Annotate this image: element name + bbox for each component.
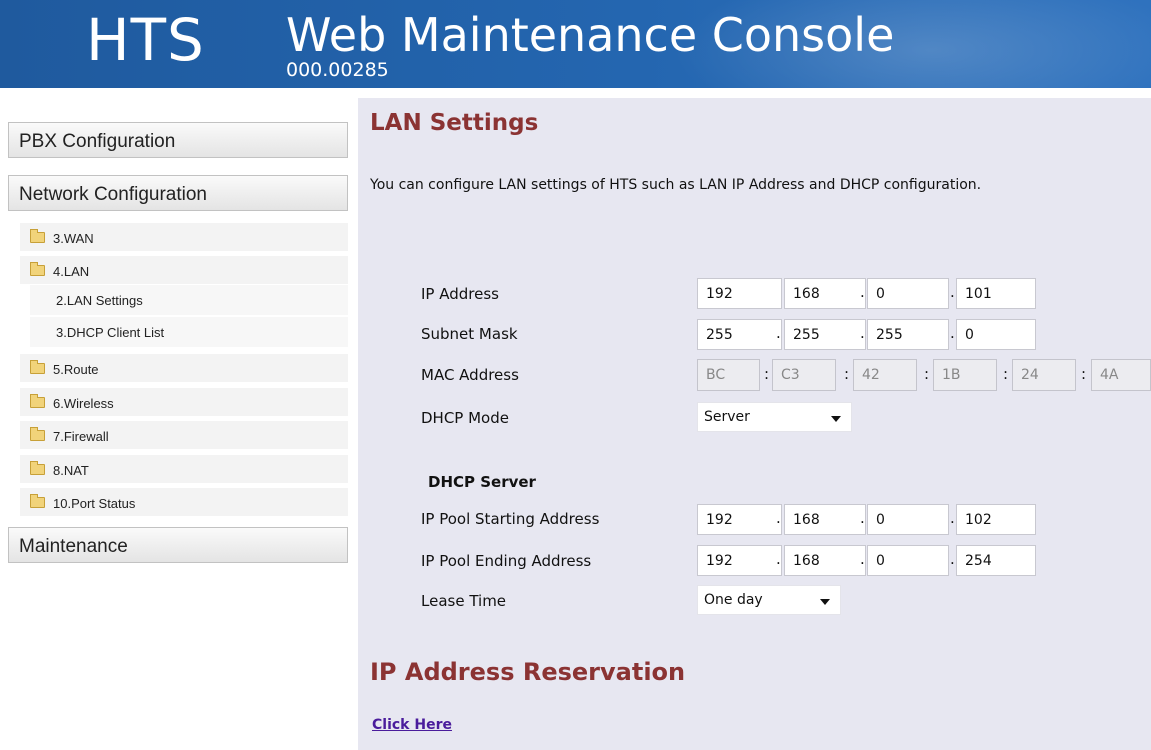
ip-address-octet-3[interactable]: 0 [867,278,949,309]
menu-network-configuration[interactable]: Network Configuration [8,175,348,211]
pool-start-octet-1[interactable]: 192 [697,504,782,535]
subnet-mask-octet-4[interactable]: 0 [956,319,1036,350]
pool-end-octet-2[interactable]: 168 [784,545,866,576]
chevron-down-icon [820,599,830,605]
separator-dot: . [860,509,865,527]
version-number: 000.00285 [286,59,389,81]
folder-icon [30,394,45,408]
sidebar-item-label: 8.NAT [53,463,89,478]
subnet-mask-octet-1[interactable]: 255 [697,319,782,350]
pool-end-octet-4[interactable]: 254 [956,545,1036,576]
pool-start-octet-4[interactable]: 102 [956,504,1036,535]
ip-address-octet-2[interactable]: 168 [784,278,866,309]
click-here-link[interactable]: Click Here [372,717,452,733]
sidebar-item-wan[interactable]: 3.WAN [20,223,348,251]
mac-address-label: MAC Address [421,366,519,384]
reservation-title: IP Address Reservation [370,658,686,686]
dhcp-mode-select[interactable]: Server [697,402,852,432]
sidebar-item-label: 5.Route [53,362,99,377]
sidebar-item-label: 10.Port Status [53,496,136,511]
separator-dot: . [860,324,865,342]
folder-icon [30,229,45,243]
mac-address-byte-6: 4A [1091,359,1151,391]
mac-address-byte-1: BC [697,359,760,391]
menu-pbx-configuration[interactable]: PBX Configuration [8,122,348,158]
sidebar-subitem-dhcp-client-list[interactable]: 3.DHCP Client List [30,317,348,347]
folder-icon [30,494,45,508]
sidebar-item-wireless[interactable]: 6.Wireless [20,388,348,416]
console-title: Web Maintenance Console [286,8,895,62]
separator-dot: . [860,550,865,568]
header-banner: HTS Web Maintenance Console 000.00285 [0,0,1151,88]
sidebar-subitem-lan-settings[interactable]: 2.LAN Settings [30,285,348,315]
mac-address-byte-5: 24 [1012,359,1076,391]
separator-colon: : [844,365,850,383]
mac-address-byte-2: C3 [772,359,836,391]
sidebar-item-route[interactable]: 5.Route [20,354,348,382]
pool-end-octet-3[interactable]: 0 [867,545,949,576]
separator-colon: : [924,365,930,383]
dhcp-mode-value: Server [704,409,750,425]
ip-address-octet-1[interactable]: 192 [697,278,782,309]
separator-dot: . [776,509,781,527]
separator-colon: : [1003,365,1009,383]
separator-dot: . [776,324,781,342]
ip-address-octet-4[interactable]: 101 [956,278,1036,309]
sidebar-item-port-status[interactable]: 10.Port Status [20,488,348,516]
separator-dot: . [950,550,955,568]
separator-dot: . [950,324,955,342]
lease-time-label: Lease Time [421,592,507,610]
separator-colon: : [1081,365,1087,383]
mac-address-byte-4: 1B [933,359,997,391]
brand-logo: HTS [86,6,205,74]
menu-maintenance[interactable]: Maintenance [8,527,348,563]
page-description: You can configure LAN settings of HTS su… [370,177,982,193]
subnet-mask-octet-3[interactable]: 255 [867,319,949,350]
separator-dot: . [950,509,955,527]
separator-dot: . [950,283,955,301]
lease-time-value: One day [704,592,763,608]
pool-start-octet-2[interactable]: 168 [784,504,866,535]
pool-end-label: IP Pool Ending Address [421,552,592,570]
pool-start-octet-3[interactable]: 0 [867,504,949,535]
sidebar-item-nat[interactable]: 8.NAT [20,455,348,483]
pool-start-label: IP Pool Starting Address [421,510,600,528]
separator-dot: . [860,283,865,301]
dhcp-mode-label: DHCP Mode [421,409,509,427]
subnet-mask-octet-2[interactable]: 255 [784,319,866,350]
folder-icon [30,427,45,441]
separator-dot: . [776,550,781,568]
dhcp-server-heading: DHCP Server [428,473,536,491]
sidebar-item-firewall[interactable]: 7.Firewall [20,421,348,449]
page-title: LAN Settings [370,110,539,136]
pool-end-octet-1[interactable]: 192 [697,545,782,576]
mac-address-byte-3: 42 [853,359,917,391]
folder-icon [30,461,45,475]
chevron-down-icon [831,416,841,422]
sidebar-item-label: 7.Firewall [53,429,109,444]
main-panel: LAN Settings You can configure LAN setti… [358,98,1151,750]
ip-address-label: IP Address [421,285,499,303]
folder-icon [30,262,45,276]
sidebar-item-label: 3.WAN [53,231,94,246]
subnet-mask-label: Subnet Mask [421,325,518,343]
sidebar-item-label: 6.Wireless [53,396,114,411]
folder-icon [30,360,45,374]
sidebar-item-lan[interactable]: 4.LAN [20,256,348,284]
lease-time-select[interactable]: One day [697,585,841,615]
sidebar-item-label: 4.LAN [53,264,90,279]
separator-colon: : [764,365,770,383]
